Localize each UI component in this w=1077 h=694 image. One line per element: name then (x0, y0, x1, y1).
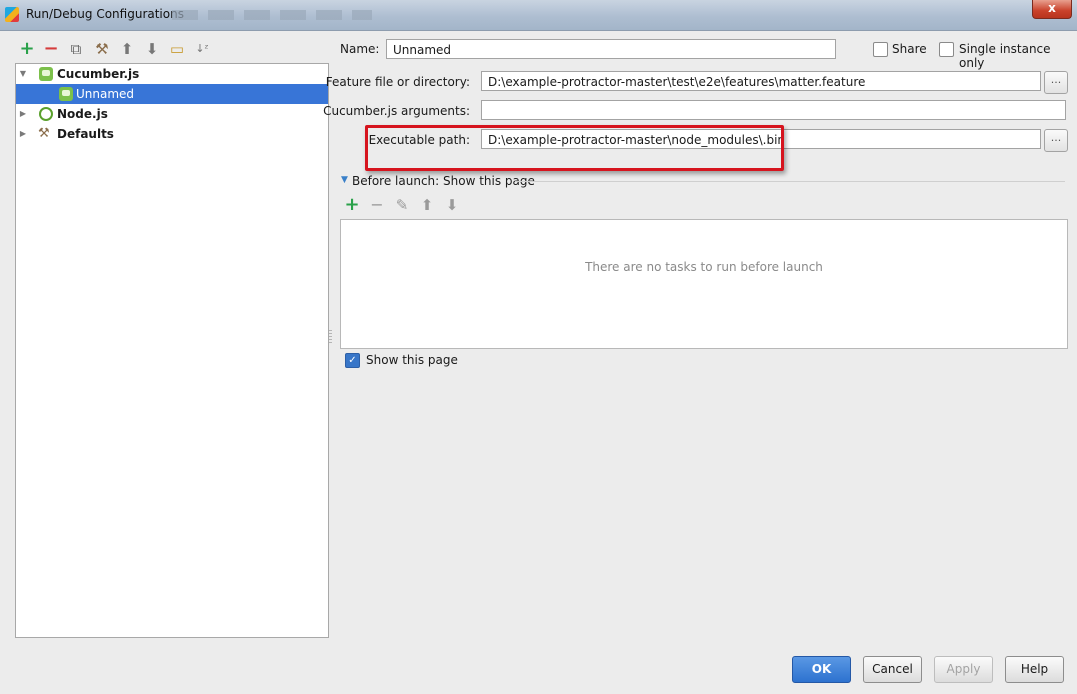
move-down-icon[interactable]: ⬇ (443, 196, 461, 214)
share-checkbox[interactable] (873, 42, 888, 57)
copy-icon[interactable]: ⧉ (67, 40, 85, 58)
plus-icon[interactable]: + (18, 40, 36, 58)
name-input[interactable]: Unnamed (386, 39, 836, 59)
ok-button[interactable]: OK (792, 656, 851, 683)
nodejs-icon (39, 107, 53, 121)
args-input[interactable] (481, 100, 1066, 120)
feature-input[interactable]: D:\example-protractor-master\test\e2e\fe… (481, 71, 1041, 91)
expand-toggle-icon[interactable]: ▼ (18, 64, 28, 84)
before-launch-header: Before launch: Show this page (352, 174, 535, 188)
arrow-up-icon[interactable]: ⬆ (118, 40, 136, 58)
tree-item-node[interactable]: ▶ Node.js (16, 104, 328, 124)
blurred-menu (172, 10, 372, 20)
remove-task-icon[interactable]: − (368, 196, 386, 214)
tasks-list[interactable]: There are no tasks to run before launch (340, 219, 1068, 349)
single-instance-checkbox[interactable] (939, 42, 954, 57)
window-title: Run/Debug Configurations (26, 7, 184, 21)
move-up-icon[interactable]: ⬆ (418, 196, 436, 214)
share-label: Share (892, 42, 927, 56)
collapse-toggle-icon[interactable]: ▶ (18, 104, 28, 124)
show-page-label: Show this page (366, 353, 458, 367)
app-logo-icon (5, 7, 19, 22)
tree-item-label: Node.js (57, 107, 108, 121)
wrench-icon: ⚒ (38, 126, 50, 141)
help-button[interactable]: Help (1005, 656, 1064, 683)
tree-item-defaults[interactable]: ▶ ⚒ Defaults (16, 124, 328, 144)
arrow-down-icon[interactable]: ⬇ (143, 40, 161, 58)
single-instance-label: Single instance only (959, 42, 1051, 70)
splitter-handle[interactable] (329, 330, 332, 344)
name-label: Name: (340, 42, 380, 56)
add-task-icon[interactable]: + (343, 196, 361, 214)
exec-browse-button[interactable]: ... (1044, 129, 1068, 152)
show-page-checkbox[interactable]: ✓ (345, 353, 360, 368)
configuration-tree[interactable]: ▼ Cucumber.js Unnamed ▶ Node.js ▶ ⚒ Defa… (15, 63, 329, 638)
wrench-icon[interactable]: ⚒ (93, 40, 111, 58)
cancel-button[interactable]: Cancel (863, 656, 922, 683)
tree-item-label: Unnamed (76, 87, 135, 101)
collapse-toggle-icon[interactable]: ▶ (18, 124, 28, 144)
tree-item-cucumber[interactable]: ▼ Cucumber.js (16, 64, 328, 84)
cucumber-icon (39, 67, 53, 81)
apply-button[interactable]: Apply (934, 656, 993, 683)
section-divider (515, 181, 1065, 182)
feature-label: Feature file or directory: (325, 75, 470, 89)
edit-task-icon[interactable]: ✎ (393, 196, 411, 214)
minus-icon[interactable]: − (42, 40, 60, 58)
cucumber-icon (59, 87, 73, 101)
close-button[interactable]: x (1032, 0, 1072, 19)
sort-az-icon[interactable]: ↓ᶻ (193, 40, 211, 58)
tree-item-label: Cucumber.js (57, 67, 140, 81)
empty-tasks-message: There are no tasks to run before launch (585, 260, 823, 274)
args-label: Cucumber.js arguments: (323, 104, 470, 118)
highlight-box (365, 125, 784, 171)
tree-item-unnamed[interactable]: Unnamed (16, 84, 328, 104)
folder-icon[interactable]: ▭ (168, 40, 186, 58)
section-collapse-icon[interactable]: ▼ (341, 175, 348, 185)
tree-item-label: Defaults (57, 127, 114, 141)
feature-browse-button[interactable]: ... (1044, 71, 1068, 94)
